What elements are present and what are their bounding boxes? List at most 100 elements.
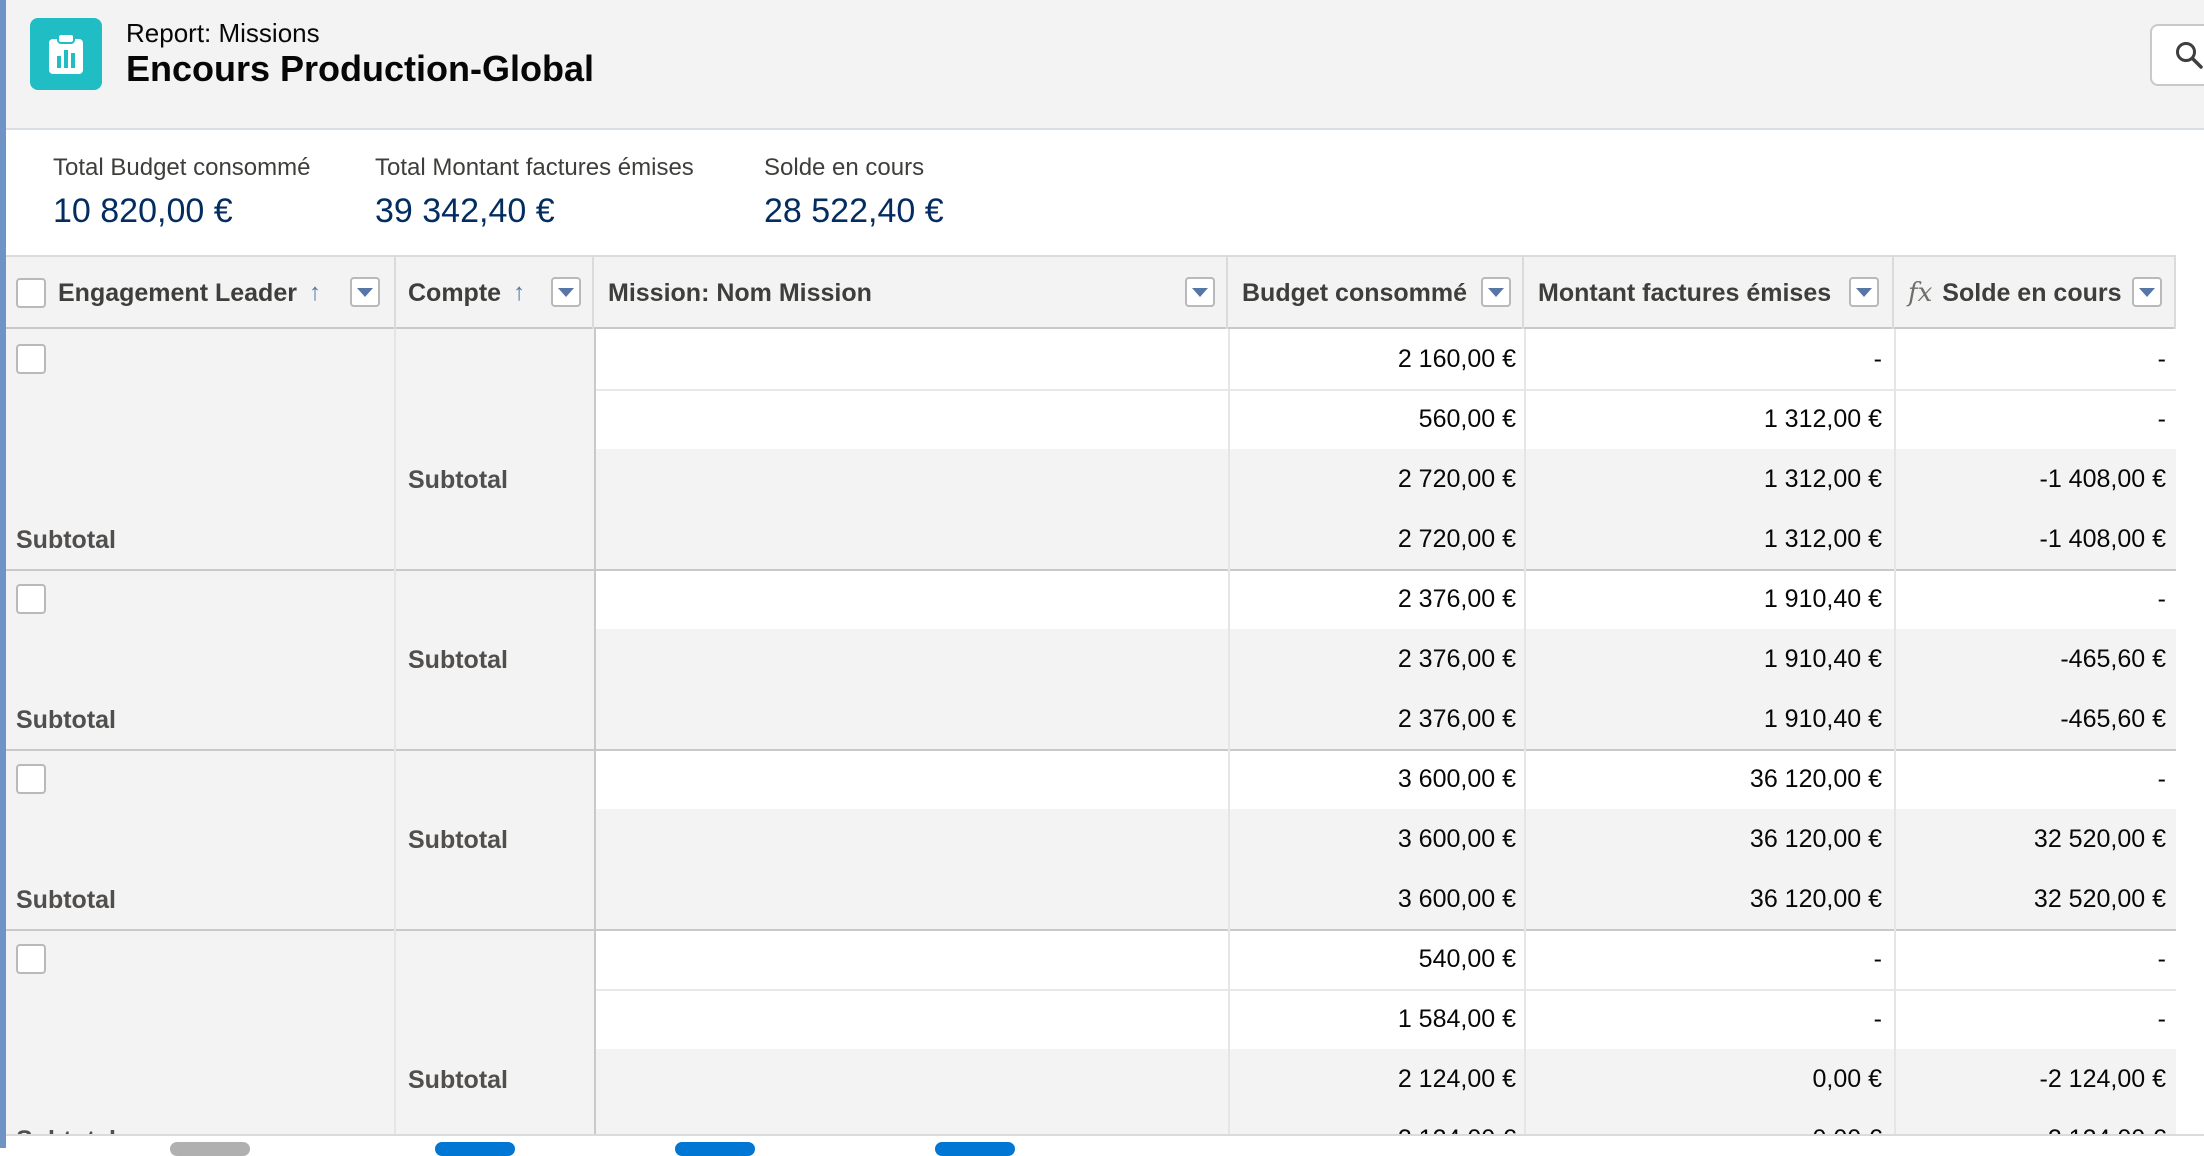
factures-cell: 1 910,40 € — [1763, 705, 1882, 733]
row-divider — [594, 989, 2176, 991]
window-left-edge — [0, 0, 6, 1148]
leader-group-cell — [4, 749, 394, 869]
leader-group-cell — [4, 569, 394, 689]
column-menu-button[interactable] — [1185, 277, 1215, 307]
row-divider — [594, 389, 2176, 391]
budget-cell: 560,00 € — [1418, 405, 1516, 433]
column-menu-button[interactable] — [551, 277, 581, 307]
column-header-factures[interactable]: Montant factures émises — [1524, 257, 1894, 329]
toggle-switch[interactable] — [675, 1142, 755, 1156]
chevron-down-icon — [2139, 287, 2155, 297]
metric-label: Total Montant factures émises — [375, 154, 694, 181]
column-divider — [1894, 329, 1896, 1135]
metric-total-factures: Total Montant factures émises 39 342,40 … — [375, 154, 694, 231]
factures-cell: 1 312,00 € — [1763, 405, 1882, 433]
row-checkbox[interactable] — [16, 764, 46, 794]
subtotal-row-bg — [594, 629, 2176, 689]
subtotal-label: Subtotal — [408, 826, 508, 854]
column-label: Budget consommé — [1242, 278, 1468, 307]
column-header-row: Engagement Leader ↑ Compte ↑ Mission: No… — [4, 255, 2176, 329]
report-icon — [30, 18, 102, 90]
budget-cell: 1 584,00 € — [1397, 1005, 1516, 1033]
subtotal-row-bg — [594, 449, 2176, 509]
solde-cell: -465,60 € — [2060, 645, 2166, 673]
leader-group-cell — [4, 329, 394, 509]
solde-cell: -465,60 € — [2060, 705, 2166, 733]
chevron-down-icon — [1192, 287, 1208, 297]
factures-cell: 36 120,00 € — [1749, 825, 1882, 853]
factures-cell: 1 910,40 € — [1763, 585, 1882, 613]
budget-cell: 540,00 € — [1418, 945, 1516, 973]
subtotal-label: Subtotal — [408, 1066, 508, 1094]
report-title: Encours Production-Global — [126, 48, 595, 89]
column-menu-button[interactable] — [350, 277, 380, 307]
subtotal-label: Subtotal — [16, 886, 116, 914]
solde-cell: -1 408,00 € — [2039, 525, 2167, 553]
metric-label: Solde en cours — [764, 154, 925, 181]
leader-group-cell — [4, 929, 394, 1109]
sort-ascending-icon: ↑ — [308, 279, 321, 306]
budget-cell: 2 720,00 € — [1397, 465, 1516, 493]
factures-cell: 36 120,00 € — [1749, 765, 1882, 793]
column-divider — [1524, 329, 1526, 1135]
column-label: Mission: Nom Mission — [608, 278, 872, 307]
row-checkbox[interactable] — [16, 584, 46, 614]
toggle-switch[interactable] — [935, 1142, 1015, 1156]
chevron-down-icon — [1856, 287, 1872, 297]
column-label: Compte — [408, 278, 502, 307]
column-header-engagement-leader[interactable]: Engagement Leader ↑ — [4, 257, 396, 329]
budget-cell: 3 600,00 € — [1397, 825, 1516, 853]
factures-cell: 1 312,00 € — [1763, 525, 1882, 553]
budget-cell: 3 600,00 € — [1397, 765, 1516, 793]
toggle-switch[interactable] — [435, 1142, 515, 1156]
select-all-checkbox[interactable] — [16, 278, 46, 308]
column-divider — [394, 329, 396, 1135]
chevron-down-icon — [357, 287, 373, 297]
factures-cell: 36 120,00 € — [1749, 885, 1882, 913]
factures-cell: - — [1873, 1005, 1882, 1033]
column-menu-button[interactable] — [1481, 277, 1511, 307]
column-header-solde[interactable]: fx Solde en cours — [1894, 257, 2176, 329]
factures-cell: - — [1873, 345, 1882, 373]
column-divider — [1228, 329, 1230, 1135]
factures-cell: 1 312,00 € — [1763, 465, 1882, 493]
row-checkbox[interactable] — [16, 344, 46, 374]
column-header-mission[interactable]: Mission: Nom Mission — [594, 257, 1228, 329]
chevron-down-icon — [558, 287, 574, 297]
column-menu-button[interactable] — [2132, 277, 2162, 307]
subtotal-row-bg — [594, 1049, 2176, 1109]
solde-cell: -1 408,00 € — [2039, 465, 2167, 493]
solde-cell: - — [2157, 345, 2166, 373]
factures-cell: 0,00 € — [1812, 1065, 1882, 1093]
subtotal-row-bg — [594, 809, 2176, 869]
budget-cell: 2 124,00 € — [1397, 1065, 1516, 1093]
chevron-down-icon — [1488, 287, 1504, 297]
budget-cell: 2 376,00 € — [1397, 705, 1516, 733]
metric-value: 28 522,40 € — [764, 192, 944, 230]
metric-value: 39 342,40 € — [375, 192, 555, 230]
solde-cell: - — [2157, 945, 2166, 973]
column-menu-button[interactable] — [1849, 277, 1879, 307]
search-icon — [2176, 42, 2203, 69]
solde-cell: - — [2157, 765, 2166, 793]
solde-cell: - — [2157, 1005, 2166, 1033]
column-label: Montant factures émises — [1538, 278, 1832, 307]
subtotal-label: Subtotal — [408, 646, 508, 674]
solde-cell: 32 520,00 € — [2033, 825, 2166, 853]
column-divider — [594, 329, 596, 1135]
object-label: Report: Missions — [126, 18, 320, 48]
budget-cell: 2 160,00 € — [1397, 345, 1516, 373]
subtotal-label: Subtotal — [16, 706, 116, 734]
solde-cell: 32 520,00 € — [2033, 885, 2166, 913]
column-header-budget[interactable]: Budget consommé — [1228, 257, 1524, 329]
row-checkbox[interactable] — [16, 944, 46, 974]
report-table: Engagement Leader ↑ Compte ↑ Mission: No… — [4, 255, 2176, 1135]
factures-cell: - — [1873, 945, 1882, 973]
budget-cell: 2 376,00 € — [1397, 585, 1516, 613]
toggle-switch[interactable] — [170, 1142, 250, 1156]
solde-cell: - — [2157, 585, 2166, 613]
column-header-compte[interactable]: Compte ↑ — [396, 257, 594, 329]
row-divider — [4, 749, 2176, 751]
metric-solde: Solde en cours 28 522,40 € — [764, 154, 944, 231]
search-button[interactable] — [2150, 24, 2204, 86]
